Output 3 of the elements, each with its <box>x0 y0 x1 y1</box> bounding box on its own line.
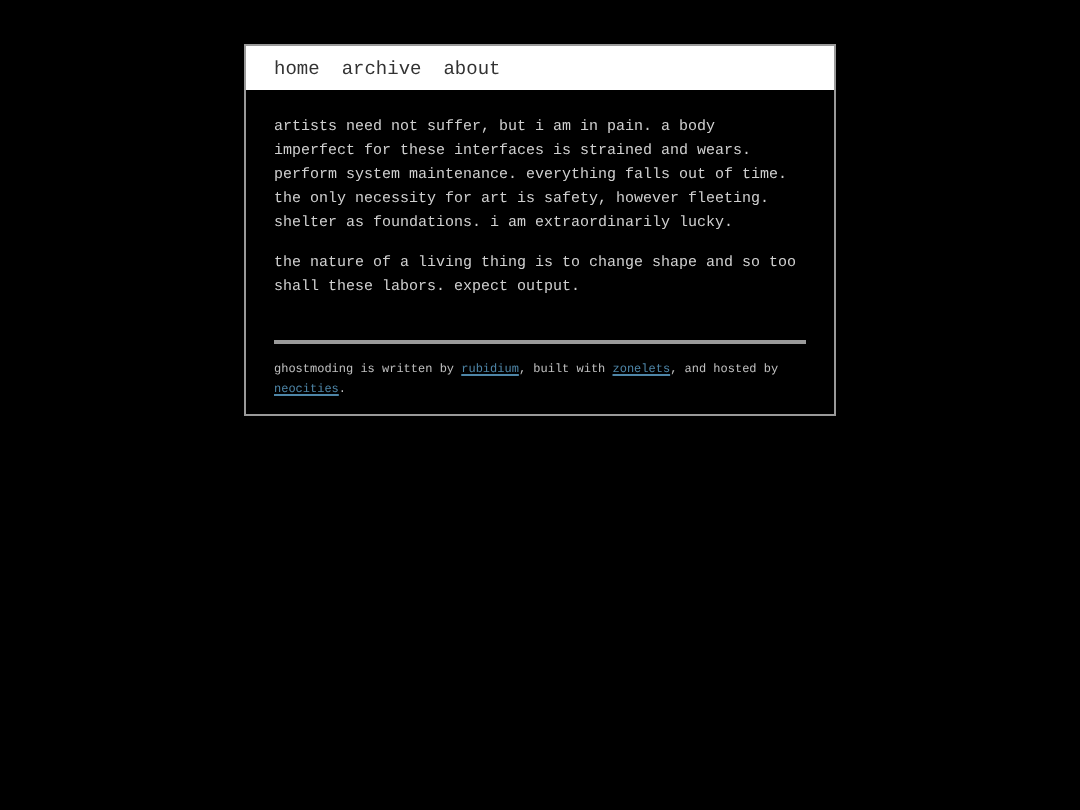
nav-link[interactable]: archive <box>341 57 422 79</box>
nav-link[interactable]: home <box>274 57 320 79</box>
nav-link[interactable]: about <box>443 57 501 79</box>
